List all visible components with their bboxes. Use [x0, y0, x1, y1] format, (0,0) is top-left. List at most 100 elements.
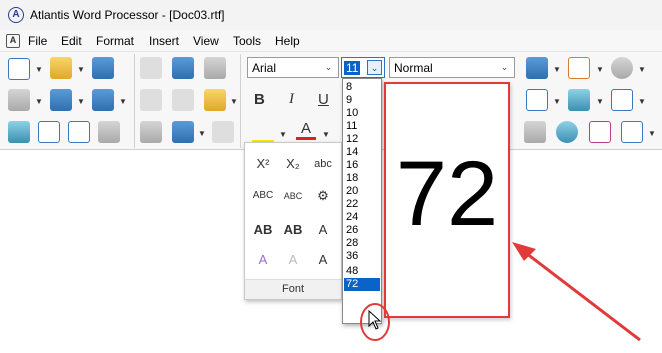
small-caps-button[interactable]: ABC: [279, 185, 307, 207]
calendar-dropdown-icon[interactable]: ▼: [596, 65, 604, 74]
symbol-icon[interactable]: [526, 57, 548, 79]
font-size-combo[interactable]: 11 ⌄: [341, 57, 385, 78]
font-color-button[interactable]: A: [296, 120, 316, 140]
italic-button[interactable]: I: [289, 91, 294, 108]
email-dropdown-icon[interactable]: ▼: [119, 97, 127, 106]
font-size-option[interactable]: 12: [344, 133, 380, 146]
font-name-combo[interactable]: Arial ⌄: [247, 57, 339, 78]
insert-page-icon[interactable]: [526, 89, 548, 111]
font-size-option[interactable]: 8: [344, 81, 380, 94]
callout-arrow-head: [512, 242, 536, 261]
menu-help[interactable]: Help: [275, 34, 300, 48]
print-preview-icon[interactable]: [8, 121, 30, 143]
font-size-option[interactable]: 24: [344, 211, 380, 224]
eraser-icon[interactable]: [140, 121, 162, 143]
font-size-option[interactable]: 48: [344, 265, 380, 278]
copy-format-button[interactable]: A: [279, 249, 307, 271]
new-dropdown-icon[interactable]: ▼: [35, 65, 43, 74]
underline-button[interactable]: U: [318, 91, 329, 108]
insert-text-icon[interactable]: [611, 89, 633, 111]
edit-document-icon[interactable]: [38, 121, 60, 143]
style-combo[interactable]: Normal ⌄: [389, 57, 515, 78]
open-folder-icon[interactable]: [50, 57, 72, 79]
font-size-dropdown-list[interactable]: 8 9 10 11 12 14 16 18 20 22 24 26 28 36 48 72: [342, 78, 382, 324]
save-icon[interactable]: [92, 57, 114, 79]
paste-icon[interactable]: [204, 89, 226, 111]
table-icon[interactable]: [621, 121, 643, 143]
font-panel-caption: Font: [281, 283, 304, 295]
font-size-option[interactable]: 18: [344, 172, 380, 185]
font-size-option[interactable]: 22: [344, 198, 380, 211]
font-size-option[interactable]: 10: [344, 107, 380, 120]
highlight-dropdown-icon[interactable]: ▼: [279, 130, 287, 139]
font-panel-footer: Font: [245, 279, 341, 299]
font-size-option[interactable]: 28: [344, 237, 380, 250]
font-size-option[interactable]: 36: [344, 250, 380, 263]
save-as-icon[interactable]: [50, 89, 72, 111]
undo-icon[interactable]: [140, 57, 162, 79]
paragraph-format-icon[interactable]: [172, 121, 194, 143]
table-dropdown-icon[interactable]: ▼: [648, 129, 656, 138]
find-document-icon[interactable]: [68, 121, 90, 143]
chevron-down-icon[interactable]: ⌄: [321, 60, 336, 75]
spelling-icon[interactable]: [524, 121, 546, 143]
calendar-icon[interactable]: [568, 57, 590, 79]
menu-tools[interactable]: Tools: [233, 34, 261, 48]
star-icon[interactable]: [8, 89, 30, 111]
raise-position-button[interactable]: A: [309, 219, 337, 241]
symbol-dropdown-icon[interactable]: ▼: [553, 65, 561, 74]
chevron-down-icon[interactable]: ⌄: [367, 60, 382, 75]
change-case-button[interactable]: abc: [309, 153, 337, 175]
font-size-option[interactable]: 16: [344, 159, 380, 172]
expand-spacing-button[interactable]: AB: [249, 219, 277, 241]
window-title: Atlantis Word Processor - [Doc03.rtf]: [30, 8, 225, 22]
font-size-preview: 72: [384, 82, 510, 318]
format-painter-button[interactable]: A: [309, 249, 337, 271]
email-icon[interactable]: [92, 89, 114, 111]
redo-icon[interactable]: [172, 57, 194, 79]
font-size-option[interactable]: 14: [344, 146, 380, 159]
menu-edit[interactable]: Edit: [61, 34, 82, 48]
bold-button[interactable]: B: [254, 91, 265, 108]
globe-icon[interactable]: [556, 121, 578, 143]
printer-icon[interactable]: [98, 121, 120, 143]
all-caps-button[interactable]: ABC: [249, 185, 277, 207]
open-dropdown-icon[interactable]: ▼: [77, 65, 85, 74]
text-dropdown-icon[interactable]: ▼: [638, 97, 646, 106]
align-icon[interactable]: [212, 121, 234, 143]
superscript-button[interactable]: X²: [249, 153, 277, 175]
paragraph-dropdown-icon[interactable]: ▼: [198, 129, 206, 138]
paste-dropdown-icon[interactable]: ▼: [230, 97, 238, 106]
menu-bar: A File Edit Format Insert View Tools Hel…: [0, 30, 662, 52]
system-menu-icon[interactable]: A: [6, 34, 20, 48]
subscript-button[interactable]: X₂: [279, 153, 307, 175]
highlight-icon[interactable]: [252, 122, 274, 144]
menu-file[interactable]: File: [28, 34, 47, 48]
cut-icon[interactable]: [140, 89, 162, 111]
text-effects-button[interactable]: A: [249, 249, 277, 271]
clear-format-icon[interactable]: ⚙: [309, 185, 337, 207]
favorites-dropdown-icon[interactable]: ▼: [35, 97, 43, 106]
menu-format[interactable]: Format: [96, 34, 134, 48]
new-document-icon[interactable]: [8, 58, 30, 80]
font-size-option[interactable]: 9: [344, 94, 380, 107]
preview-sample-text: 72: [395, 143, 499, 245]
binoculars-icon[interactable]: [204, 57, 226, 79]
font-size-option[interactable]: 26: [344, 224, 380, 237]
save-dropdown-icon[interactable]: ▼: [77, 97, 85, 106]
menu-insert[interactable]: Insert: [149, 34, 179, 48]
font-size-option[interactable]: 72: [344, 278, 380, 291]
clock-icon[interactable]: [611, 57, 633, 79]
copy-icon[interactable]: [172, 89, 194, 111]
insert-picture-icon[interactable]: [568, 89, 590, 111]
list-icon[interactable]: [589, 121, 611, 143]
chevron-down-icon[interactable]: ⌄: [497, 60, 512, 75]
picture-dropdown-icon[interactable]: ▼: [596, 97, 604, 106]
font-size-option[interactable]: 20: [344, 185, 380, 198]
font-size-option[interactable]: 11: [344, 120, 380, 133]
condense-spacing-button[interactable]: AB: [279, 219, 307, 241]
font-color-dropdown-icon[interactable]: ▼: [322, 130, 330, 139]
page-dropdown-icon[interactable]: ▼: [553, 97, 561, 106]
menu-view[interactable]: View: [193, 34, 219, 48]
clock-dropdown-icon[interactable]: ▼: [638, 65, 646, 74]
